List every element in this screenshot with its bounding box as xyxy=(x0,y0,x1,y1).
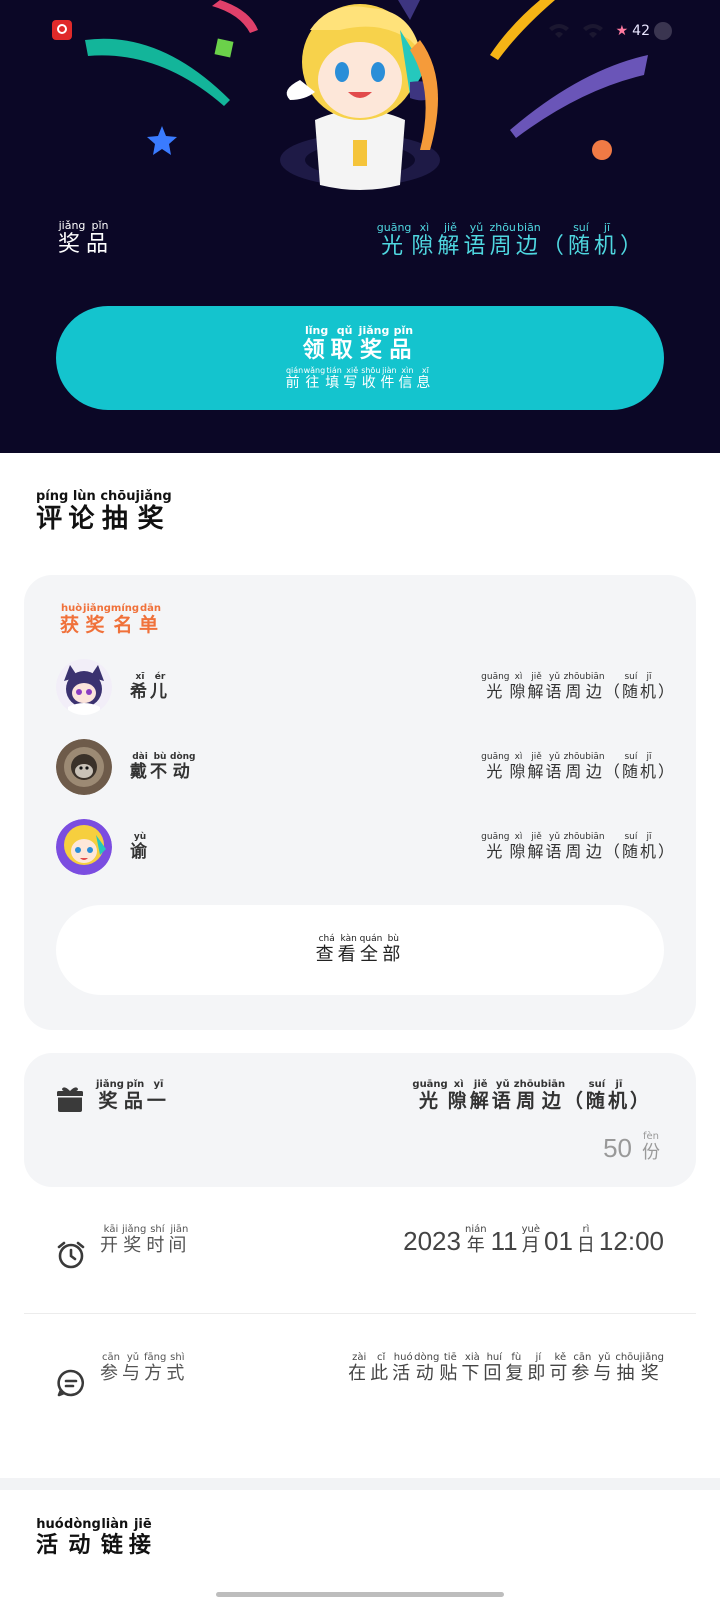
draw-time-label: 开kāi奖jiǎng时shí间jiān xyxy=(100,1224,191,1256)
winner-prize: 光guāng隙xì解jiě语yǔ周zhōu边biān（随suí机jī） xyxy=(481,752,676,781)
draw-time-row: 开kāi奖jiǎng时shí间jiān 2023 年nián 11 月yuè 01 日rì… xyxy=(56,1224,664,1270)
prize-count-number: 50 xyxy=(603,1133,632,1163)
method-value: 在zài此cǐ活huó动dòng贴tiē下xià回huí复fù即jí可kě参cā… xyxy=(348,1352,664,1384)
comment-lottery-title: 评píng论lùn抽chōu奖jiǎng xyxy=(36,489,172,534)
mascot-illustration xyxy=(280,0,440,190)
wifi-icon xyxy=(582,24,603,38)
status-bar-left xyxy=(42,20,72,40)
prize-card-name: 光guāng隙xì解jiě语yǔ周zhōu边biān（随suí机jī） xyxy=(412,1079,652,1112)
prize-card-label-text: 奖jiǎng品pǐn一yī xyxy=(96,1079,170,1112)
winner-prize: 光guāng隙xì解jiě语yǔ周zhōu边biān（随suí机jī） xyxy=(481,832,676,861)
winner-name: 谕yù xyxy=(130,832,150,862)
prize-label: 奖jiǎng品pǐn xyxy=(58,219,115,257)
avatar xyxy=(56,659,112,715)
activity-link-title: 活huó动dòng链liàn接jiē xyxy=(36,1517,157,1558)
alarm-clock-icon xyxy=(57,1241,85,1269)
winners-card: 获huò奖jiǎng名míng单dān 希xī儿ér 光guāng隙xì解jiě… xyxy=(24,575,696,1030)
view-all-button[interactable]: 查chá 看kàn 全quán 部bù xyxy=(56,905,664,995)
hero-banner: ★ 42 奖jiǎng品pǐn 光guāng隙xì解jiě语yǔ周zhōu边bi… xyxy=(0,0,720,453)
winner-row[interactable]: 戴dài不bù动dòng 光guāng隙xì解jiě语yǔ周zhōu边biān（… xyxy=(56,737,676,797)
prize-count-unit: 份fèn xyxy=(642,1131,660,1163)
divider xyxy=(24,1313,696,1314)
gift-icon xyxy=(57,1087,83,1112)
avatar xyxy=(56,819,112,875)
claim-button-subtitle: 前qián往wǎng填tián写xiě收shōu件jiàn信xìn息xī xyxy=(285,365,435,391)
prize-count: 50 份fèn xyxy=(603,1131,660,1164)
winner-name: 希xī儿ér xyxy=(130,672,170,702)
winner-name: 戴dài不bù动dòng xyxy=(130,752,196,782)
winners-list-title: 获huò奖jiǎng名míng单dān xyxy=(60,603,163,636)
claim-prize-button[interactable]: 领lǐng取qǔ奖jiǎng品pǐn 前qián往wǎng填tián写xiě收s… xyxy=(56,306,664,410)
battery-icon: ★ 42 xyxy=(616,22,672,40)
prize-card: 奖jiǎng品pǐn一yī 光guāng隙xì解jiě语yǔ周zhōu边biān… xyxy=(24,1053,696,1187)
prize-card-label: 奖jiǎng品pǐn一yī xyxy=(56,1079,170,1113)
prize-name: 光guāng隙xì解jiě语yǔ周zhōu边biān（随suí机jī） xyxy=(376,221,646,259)
method-label: 参cān与yǔ方fāng式shì xyxy=(100,1352,189,1384)
draw-time-value: 2023 年nián 11 月yuè 01 日rì 12:00 xyxy=(403,1224,664,1256)
winner-row[interactable]: 希xī儿ér 光guāng隙xì解jiě语yǔ周zhōu边biān（随suí机j… xyxy=(56,657,676,717)
winner-prize: 光guāng隙xì解jiě语yǔ周zhōu边biān（随suí机jī） xyxy=(481,672,676,701)
comment-icon xyxy=(57,1369,84,1397)
notification-app-icon xyxy=(52,20,72,40)
status-bar-right: ★ 42 xyxy=(548,22,672,40)
winner-row[interactable]: 谕yù 光guāng隙xì解jiě语yǔ周zhōu边biān（随suí机jī） xyxy=(56,817,676,877)
signal-icon xyxy=(548,24,569,38)
avatar xyxy=(56,739,112,795)
method-row: 参cān与yǔ方fāng式shì 在zài此cǐ活huó动dòng贴tiē下xi… xyxy=(56,1352,664,1398)
claim-button-title: 领lǐng取qǔ奖jiǎng品pǐn xyxy=(302,323,418,363)
battery-level: 42 xyxy=(632,23,650,39)
home-indicator[interactable] xyxy=(216,1592,504,1597)
section-separator xyxy=(0,1478,720,1490)
